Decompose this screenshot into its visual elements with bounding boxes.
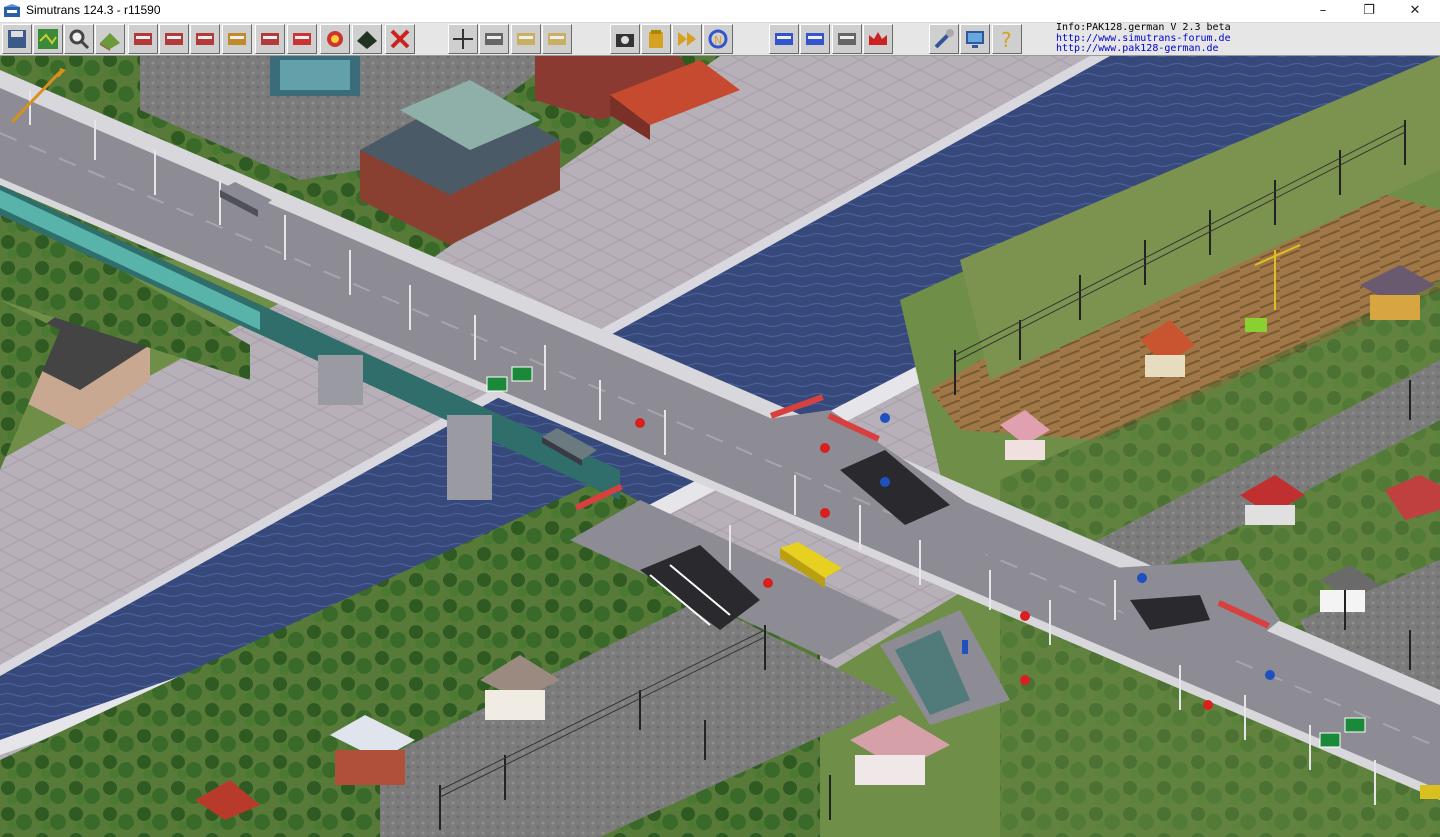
special-tool-button[interactable] xyxy=(320,24,350,54)
airplane-tool-button[interactable] xyxy=(287,24,317,54)
remove-icon xyxy=(390,29,410,49)
player-icon xyxy=(806,33,824,45)
save-icon xyxy=(8,30,26,48)
window-title-bar: Simutrans 124.3 - r11590 – ❐ ✕ xyxy=(0,0,1440,23)
camera-tool-button[interactable] xyxy=(610,24,640,54)
game-toolbar: N? Info:PAK128.german V 2.3 beta http://… xyxy=(0,22,1440,56)
money-icon xyxy=(649,30,663,48)
road-tool-button[interactable] xyxy=(222,24,252,54)
svg-text:?: ? xyxy=(1001,28,1012,51)
stats-icon xyxy=(838,33,856,45)
settings-icon xyxy=(934,29,954,49)
pak-info-line: Info:PAK128.german V 2.3 beta xyxy=(1056,22,1231,33)
stats-tool-button[interactable] xyxy=(832,24,862,54)
magnifier-tool-button[interactable] xyxy=(64,24,94,54)
magnifier-icon xyxy=(69,29,90,50)
ship-tool-button[interactable] xyxy=(255,24,285,54)
sign-tool-button[interactable] xyxy=(511,24,541,54)
sign-icon xyxy=(517,33,535,45)
rotate-tool-button[interactable]: N xyxy=(703,24,733,54)
landscape-tool-button[interactable] xyxy=(352,24,382,54)
landscape-icon xyxy=(357,31,377,49)
money-tool-button[interactable] xyxy=(641,24,671,54)
yellow-car-vehicle[interactable] xyxy=(1420,785,1440,799)
line-icon xyxy=(548,33,566,45)
window-title: Simutrans 124.3 - r11590 xyxy=(26,3,161,17)
camera-icon xyxy=(616,34,634,47)
pak-info: Info:PAK128.german V 2.3 beta http://www… xyxy=(1056,22,1231,55)
display-tool-button[interactable] xyxy=(960,24,990,54)
maximize-button[interactable]: ❐ xyxy=(1346,0,1392,22)
simutrans-app-icon xyxy=(4,4,20,17)
crown-tool-button[interactable] xyxy=(863,24,893,54)
monorail-icon xyxy=(165,33,183,45)
help-icon: ? xyxy=(1001,28,1012,51)
help-tool-button[interactable]: ? xyxy=(992,24,1022,54)
display-icon xyxy=(966,31,984,48)
ship-icon xyxy=(261,33,279,45)
windows-icon xyxy=(775,33,793,45)
close-button[interactable]: ✕ xyxy=(1392,0,1438,22)
svg-text:N: N xyxy=(714,34,722,47)
tram-tool-button[interactable] xyxy=(190,24,220,54)
airplane-icon xyxy=(293,33,311,45)
list-tool-button[interactable] xyxy=(479,24,509,54)
crown-icon xyxy=(869,32,887,45)
special-icon xyxy=(327,31,343,47)
map-icon xyxy=(38,29,58,49)
monorail-tool-button[interactable] xyxy=(159,24,189,54)
cursor-icon xyxy=(453,29,473,49)
fast-forward-tool-button[interactable] xyxy=(672,24,702,54)
game-map-viewport[interactable] xyxy=(0,56,1440,837)
glass-office-tower[interactable] xyxy=(270,56,360,96)
rotate-icon: N xyxy=(708,29,728,49)
rail-tool-button[interactable] xyxy=(128,24,158,54)
rail-icon xyxy=(134,33,152,45)
player-tool-button[interactable] xyxy=(800,24,830,54)
bridge-pier xyxy=(447,415,492,500)
remove-tool-button[interactable] xyxy=(385,24,415,54)
settings-tool-button[interactable] xyxy=(929,24,959,54)
terrain-tool-button[interactable] xyxy=(95,24,125,54)
minimize-button[interactable]: – xyxy=(1300,0,1346,22)
terrain-icon xyxy=(100,33,120,51)
map-tool-button[interactable] xyxy=(33,24,63,54)
road-icon xyxy=(228,33,246,45)
isometric-map[interactable] xyxy=(0,56,1440,837)
line-tool-button[interactable] xyxy=(542,24,572,54)
bridge-pier xyxy=(318,355,363,405)
cursor-tool-button[interactable] xyxy=(448,24,478,54)
windows-tool-button[interactable] xyxy=(769,24,799,54)
list-icon xyxy=(485,33,503,45)
pak-website-link[interactable]: http://www.pak128-german.de xyxy=(1056,43,1231,55)
fast-forward-icon xyxy=(678,32,696,46)
tractor-vehicle[interactable] xyxy=(1245,318,1267,332)
tram-icon xyxy=(196,33,214,45)
save-tool-button[interactable] xyxy=(2,24,32,54)
